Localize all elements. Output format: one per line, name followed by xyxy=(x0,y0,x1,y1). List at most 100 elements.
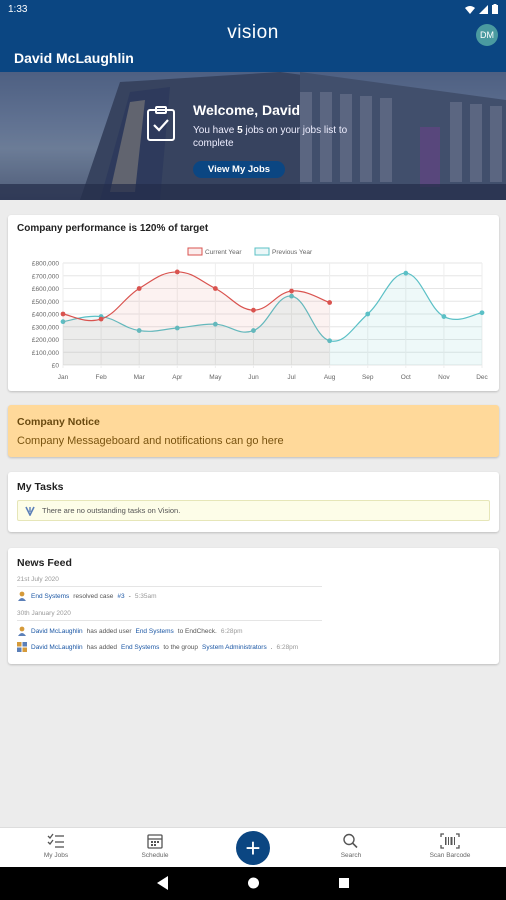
notice-body: Company Messageboard and notifications c… xyxy=(17,435,284,447)
tasks-title: My Tasks xyxy=(17,481,64,493)
status-icons xyxy=(465,4,498,14)
news-actor-link[interactable]: End Systems xyxy=(31,593,69,600)
data-point-previous-year xyxy=(479,310,485,316)
user-icon xyxy=(18,591,26,601)
app-bar: vision David McLaughlin DM xyxy=(0,18,506,72)
y-tick-label: £300,000 xyxy=(32,324,59,331)
user-link[interactable]: End Systems xyxy=(121,644,159,651)
y-tick-label: £600,000 xyxy=(32,286,59,293)
user-name: David McLaughlin xyxy=(14,50,134,66)
news-date: 21st July 2020 xyxy=(17,576,322,587)
calendar-icon xyxy=(147,834,163,849)
system-navigation-bar xyxy=(0,867,506,900)
news-actor-link[interactable]: David McLaughlin xyxy=(31,644,83,651)
search-icon xyxy=(343,833,358,849)
clipboard-check-icon xyxy=(147,106,175,141)
news-text: has added xyxy=(86,643,118,651)
case-link[interactable]: #3 xyxy=(117,593,124,600)
y-tick-label: £500,000 xyxy=(32,299,59,306)
data-point-current-year xyxy=(60,311,66,317)
avatar[interactable]: DM xyxy=(476,24,498,46)
data-point-previous-year xyxy=(441,314,447,319)
news-time: 6:28pm xyxy=(220,627,243,635)
signal-icon xyxy=(479,4,488,14)
news-title: News Feed xyxy=(17,557,72,569)
x-tick-label: Apr xyxy=(172,374,183,381)
home-icon[interactable] xyxy=(247,876,260,890)
nav-label: My Jobs xyxy=(43,852,69,859)
news-text: to EndCheck. xyxy=(177,627,217,635)
company-notice-card: Company Notice Company Messageboard and … xyxy=(8,405,499,457)
chart-plot xyxy=(60,269,485,365)
battery-icon xyxy=(492,4,498,14)
x-tick-label: Dec xyxy=(476,374,488,381)
app-logo: vision xyxy=(227,22,279,43)
y-tick-label: £0 xyxy=(52,363,60,370)
welcome-banner: Welcome, David You have 5 jobs on your j… xyxy=(0,72,506,200)
welcome-heading: Welcome, David xyxy=(193,102,301,118)
news-actor-link[interactable]: David McLaughlin xyxy=(31,628,83,635)
x-tick-label: Sep xyxy=(362,374,374,381)
data-point-current-year xyxy=(289,288,294,294)
chart-legend: Current Year Previous Year xyxy=(187,247,313,256)
x-tick-label: Nov xyxy=(438,374,450,381)
data-point-previous-year xyxy=(365,311,371,317)
data-point-current-year xyxy=(136,286,142,291)
legend-label-previous: Previous Year xyxy=(272,249,313,256)
news-feed-card: News Feed 21st July 2020 End Systems res… xyxy=(8,548,499,664)
data-point-current-year xyxy=(98,316,104,322)
x-tick-label: Jan xyxy=(58,374,69,381)
data-point-current-year xyxy=(251,307,256,313)
nav-label: Search xyxy=(340,852,362,859)
legend-swatch-previous xyxy=(254,247,270,256)
y-tick-label: £200,000 xyxy=(32,337,59,344)
notice-title: Company Notice xyxy=(17,416,100,428)
x-tick-label: Oct xyxy=(401,374,411,381)
view-my-jobs-button[interactable]: View My Jobs xyxy=(193,161,285,178)
x-tick-label: Jun xyxy=(248,374,259,381)
nav-my-jobs[interactable]: My Jobs xyxy=(21,828,91,868)
group-link[interactable]: System Administrators xyxy=(202,644,267,651)
data-point-current-year xyxy=(212,286,218,291)
x-tick-label: Mar xyxy=(134,374,146,381)
tasks-empty-alert: There are no outstanding tasks on Vision… xyxy=(17,500,490,521)
barcode-scan-icon xyxy=(440,833,460,849)
y-tick-label: £700,000 xyxy=(32,273,59,280)
x-axis: Jan Feb Mar Apr May Jun Jul Aug Sep Oct Nov Dec xyxy=(58,374,489,381)
news-item: End Systems resolved case #3 - 5:35am xyxy=(17,591,157,601)
nav-schedule[interactable]: Schedule xyxy=(120,828,190,868)
bottom-navigation: My Jobs Schedule + Search Scan Barcode xyxy=(0,827,506,867)
news-item: David McLaughlin has added End Systems t… xyxy=(17,642,298,652)
back-icon[interactable] xyxy=(157,876,169,890)
data-point-current-year xyxy=(174,269,180,275)
jobs-summary: You have 5 jobs on your jobs list to com… xyxy=(193,124,373,150)
x-tick-label: Jul xyxy=(287,374,296,381)
news-item: David McLaughlin has added user End Syst… xyxy=(17,626,243,636)
add-button[interactable]: + xyxy=(236,831,270,865)
y-tick-label: £800,000 xyxy=(32,261,59,268)
user-icon xyxy=(18,626,26,636)
news-text: - xyxy=(128,592,131,600)
vision-logo-icon xyxy=(25,506,35,516)
x-tick-label: Aug xyxy=(324,374,336,381)
news-time: 5:35am xyxy=(134,592,157,600)
x-tick-label: Feb xyxy=(95,374,107,381)
nav-label: Schedule xyxy=(141,852,169,859)
news-date: 30th January 2020 xyxy=(17,610,322,621)
news-text: resolved case xyxy=(73,592,114,600)
nav-search[interactable]: Search xyxy=(316,828,386,868)
y-tick-label: £100,000 xyxy=(32,350,59,357)
status-time: 1:33 xyxy=(8,3,28,15)
nav-scan-barcode[interactable]: Scan Barcode xyxy=(415,828,485,868)
recents-icon[interactable] xyxy=(338,876,350,890)
y-axis: £800,000 £700,000 £600,000 £500,000 £400,000… xyxy=(32,261,60,370)
my-tasks-card: My Tasks There are no outstanding tasks … xyxy=(8,472,499,532)
group-icon xyxy=(17,642,27,652)
nav-label: Scan Barcode xyxy=(429,852,471,859)
status-bar: 1:33 xyxy=(0,0,506,18)
data-point-previous-year xyxy=(403,270,409,276)
user-link[interactable]: End Systems xyxy=(135,628,173,635)
news-text: . xyxy=(270,643,273,651)
y-tick-label: £400,000 xyxy=(32,312,59,319)
data-point-current-year xyxy=(327,300,333,305)
